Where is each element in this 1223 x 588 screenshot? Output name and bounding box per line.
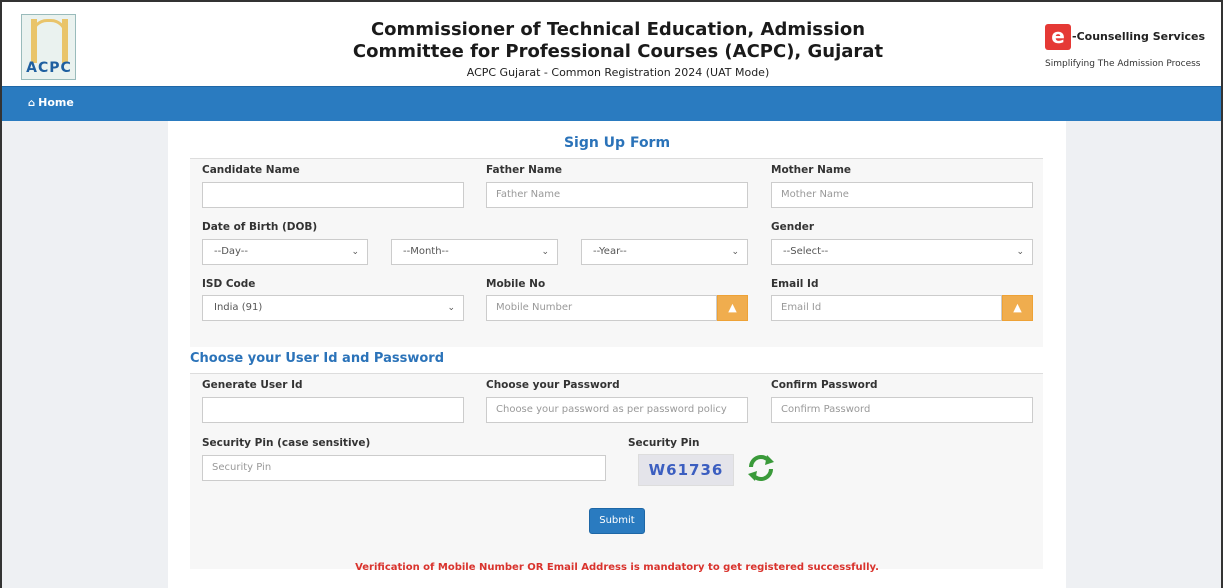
dob-day-value: --Day-- [214,246,249,257]
mother-name-label: Mother Name [771,164,852,176]
submit-button[interactable]: Submit [589,508,645,534]
security-pin-input[interactable]: Security Pin [202,455,606,481]
dob-year-select[interactable]: --Year-- ⌄ [581,239,748,265]
warning-icon: ▲ [1013,301,1022,314]
candidate-name-input[interactable] [202,182,464,208]
chevron-down-icon: ⌄ [731,247,739,257]
confirm-password-input[interactable]: Confirm Password [771,397,1033,423]
password-input[interactable]: Choose your password as per password pol… [486,397,748,423]
mobile-verify-button[interactable]: ▲ [717,295,748,321]
site-header: ACPC Commissioner of Technical Education… [2,2,1221,86]
security-pin-input-label: Security Pin (case sensitive) [202,437,371,449]
gender-label: Gender [771,221,815,233]
nav-home-label: Home [38,96,74,109]
user-id-label: Generate User Id [202,379,303,391]
verification-notice: Verification of Mobile Number OR Email A… [355,562,879,573]
header-title-line2: Committee for Professional Courses (ACPC… [352,41,884,62]
father-name-input[interactable]: Father Name [486,182,748,208]
e-logo-icon: e [1045,24,1071,50]
user-id-input[interactable] [202,397,464,423]
signup-panel: Sign Up Form Candidate Name Father Name … [168,121,1066,588]
candidate-name-label: Candidate Name [202,164,300,176]
mobile-label: Mobile No [486,278,546,290]
e-counselling-tagline: Simplifying The Admission Process [1045,59,1201,69]
dob-month-select[interactable]: --Month-- ⌄ [391,239,558,265]
header-subtitle: ACPC Gujarat - Common Registration 2024 … [466,66,770,79]
security-pin-label: Security Pin [628,437,700,449]
dob-month-value: --Month-- [403,246,449,257]
email-label: Email Id [771,278,819,290]
isd-code-label: ISD Code [202,278,256,290]
form-title: Sign Up Form [563,135,671,151]
captcha-image: W61736 [638,454,734,486]
warning-icon: ▲ [728,301,737,314]
isd-code-value: India (91) [214,302,263,313]
e-counselling-brand: -Counselling Services [1072,30,1205,43]
logo-text: ACPC [26,60,72,76]
refresh-icon [748,455,774,481]
section-userid-title: Choose your User Id and Password [190,351,444,366]
email-input[interactable]: Email Id [771,295,1002,321]
header-title-line1: Commissioner of Technical Education, Adm… [370,19,866,40]
chevron-down-icon: ⌄ [447,303,455,313]
chevron-down-icon: ⌄ [541,247,549,257]
isd-code-select[interactable]: India (91) ⌄ [202,295,464,321]
dob-day-select[interactable]: --Day-- ⌄ [202,239,368,265]
password-label: Choose your Password [486,379,620,391]
acpc-logo: ACPC [21,14,76,80]
gender-select[interactable]: --Select-- ⌄ [771,239,1033,265]
home-icon: ⌂ [28,98,36,109]
refresh-captcha-button[interactable] [745,452,777,484]
dob-label: Date of Birth (DOB) [202,221,318,233]
chevron-down-icon: ⌄ [1016,247,1024,257]
mother-name-input[interactable]: Mother Name [771,182,1033,208]
confirm-password-label: Confirm Password [771,379,878,391]
gender-value: --Select-- [783,246,829,257]
email-verify-button[interactable]: ▲ [1002,295,1033,321]
nav-home-link[interactable]: ⌂ Home [28,96,74,109]
header-title-block: Commissioner of Technical Education, Adm… [302,19,934,79]
father-name-label: Father Name [486,164,563,176]
navbar: ⌂ Home [2,86,1221,121]
chevron-down-icon: ⌄ [351,247,359,257]
dob-year-value: --Year-- [593,246,627,257]
mobile-input[interactable]: Mobile Number [486,295,717,321]
